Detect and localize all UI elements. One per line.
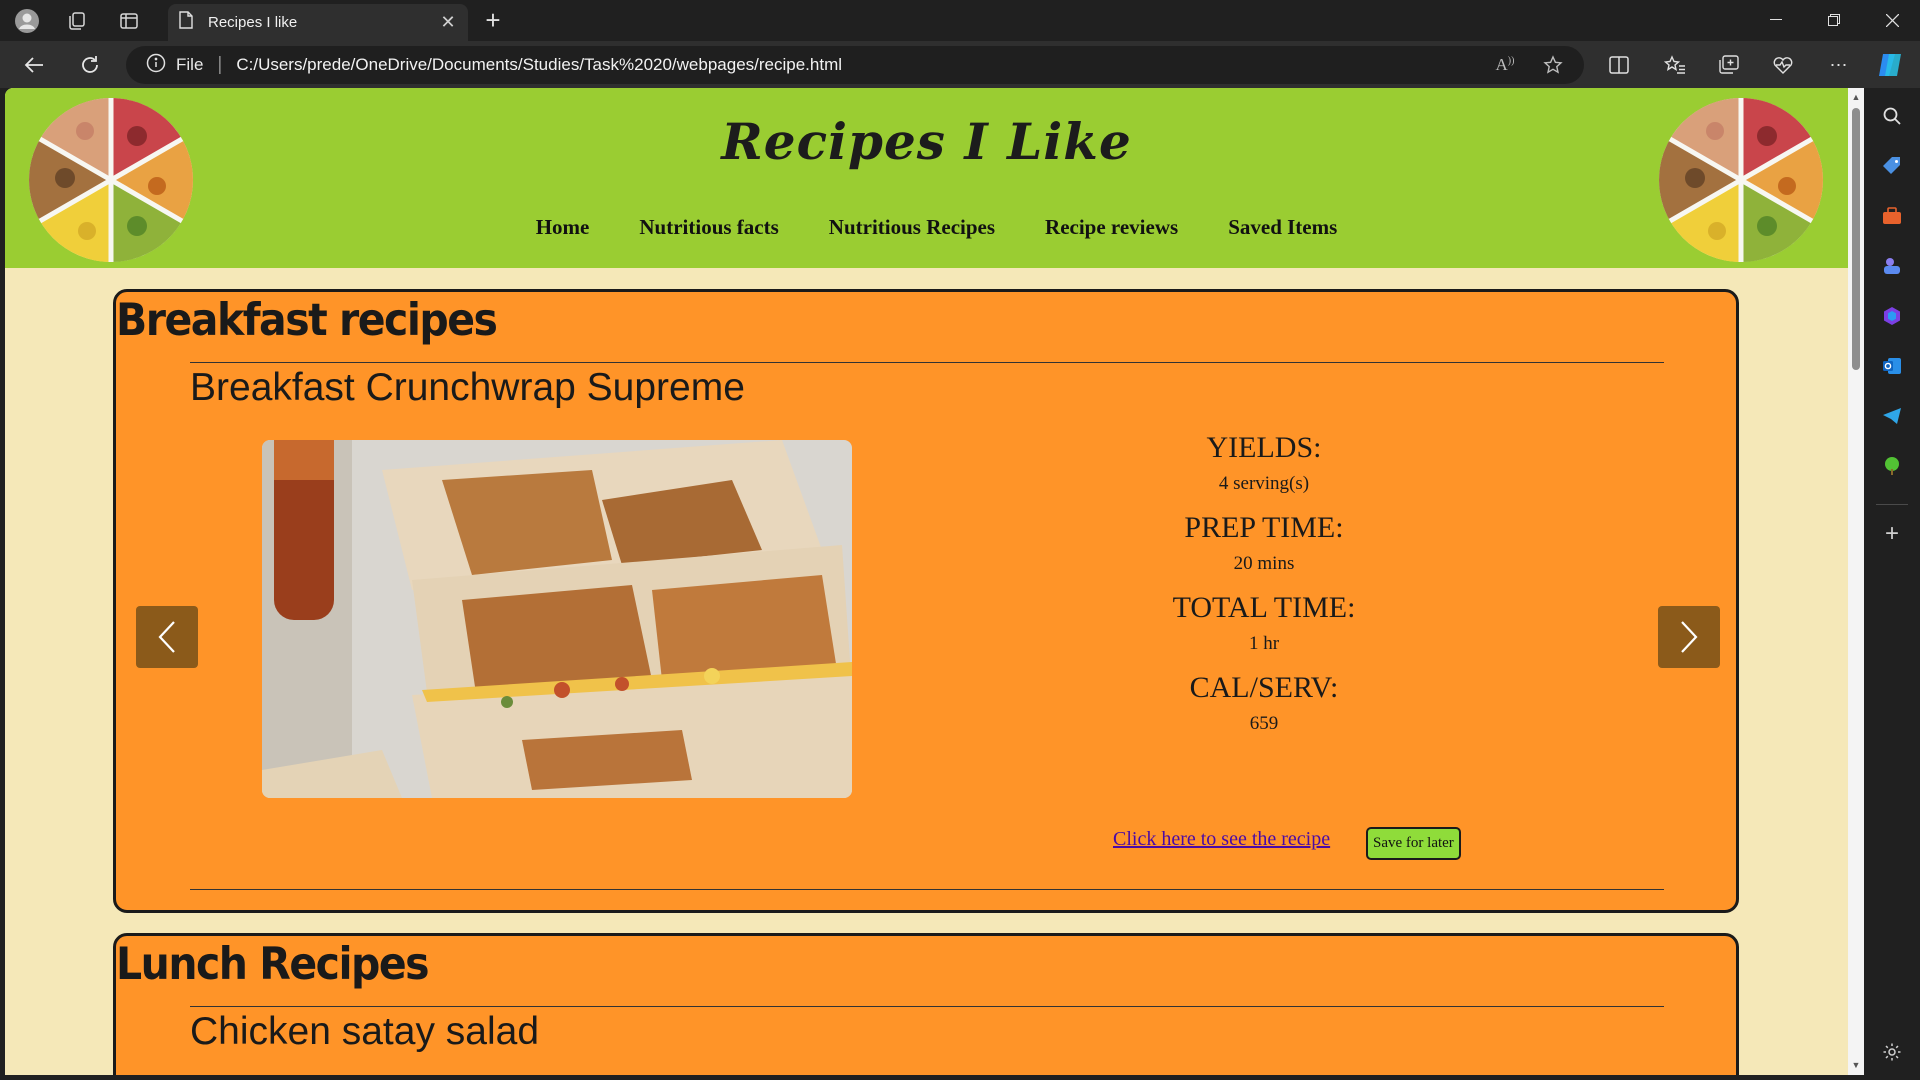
tree-icon[interactable]	[1878, 452, 1906, 480]
close-tab-icon[interactable]: ✕	[438, 12, 458, 33]
tab-actions-icon[interactable]	[114, 6, 144, 36]
site-title: Recipes I Like	[721, 112, 1132, 171]
address-url[interactable]: C:/Users/prede/OneDrive/Documents/Studie…	[236, 55, 842, 75]
recipe-photo	[262, 440, 852, 798]
save-for-later-button[interactable]: Save for later	[1366, 827, 1461, 860]
microsoft-365-icon[interactable]	[1878, 302, 1906, 330]
total-time-value: 1 hr	[1248, 633, 1280, 654]
section-heading: Lunch Recipes	[116, 938, 430, 990]
chevron-left-icon	[158, 621, 175, 653]
more-menu-icon[interactable]: ⋯	[1824, 50, 1854, 80]
see-recipe-link[interactable]: Click here to see the recipe	[1113, 828, 1330, 851]
info-icon[interactable]	[146, 53, 166, 78]
nav-nutritious-recipes[interactable]: Nutritious Recipes	[829, 215, 995, 240]
calories-value: 659	[1249, 713, 1279, 734]
games-icon[interactable]	[1878, 252, 1906, 280]
recipe-stats: YIELDS: 4 serving(s) PREP TIME: 20 mins …	[1116, 427, 1412, 747]
copilot-icon[interactable]	[1876, 50, 1906, 80]
favorite-star-icon[interactable]	[1538, 50, 1568, 80]
prep-time-label: PREP TIME:	[1184, 511, 1344, 544]
prep-time-value: 20 mins	[1233, 553, 1295, 574]
nav-nutritious-facts[interactable]: Nutritious facts	[639, 215, 778, 240]
calories-label: CAL/SERV:	[1189, 671, 1339, 704]
refresh-icon[interactable]	[74, 49, 106, 81]
scroll-down-arrow-icon[interactable]: ▼	[1850, 1060, 1862, 1070]
scroll-up-arrow-icon[interactable]: ▲	[1850, 92, 1862, 102]
nav-saved-items[interactable]: Saved Items	[1228, 215, 1337, 240]
site-nav: Home Nutritious facts Nutritious Recipes…	[5, 215, 1848, 240]
profile-avatar-icon[interactable]	[12, 6, 42, 36]
nav-home[interactable]: Home	[536, 215, 590, 240]
section-divider	[190, 1006, 1664, 1007]
minimize-button[interactable]	[1748, 0, 1804, 40]
yields-label: YIELDS:	[1206, 431, 1322, 464]
total-time-label: TOTAL TIME:	[1172, 591, 1356, 624]
page-scrollbar[interactable]: ▲ ▼	[1848, 88, 1864, 1075]
send-telegram-icon[interactable]	[1878, 402, 1906, 430]
collections-icon[interactable]	[1714, 50, 1744, 80]
close-window-button[interactable]	[1864, 0, 1920, 40]
nav-recipe-reviews[interactable]: Recipe reviews	[1045, 215, 1178, 240]
browser-essentials-icon[interactable]	[1768, 50, 1798, 80]
browser-sidebar: +	[1864, 88, 1920, 1080]
tab-title: Recipes I like	[208, 14, 298, 31]
breakfast-section: Breakfast recipes Breakfast Crunchwrap S…	[113, 289, 1739, 913]
lunch-section: Lunch Recipes Chicken satay salad	[113, 933, 1739, 1075]
read-aloud-icon[interactable]: A))	[1490, 50, 1520, 80]
page-document-icon	[178, 11, 194, 34]
favorites-icon[interactable]	[1660, 50, 1690, 80]
address-separator: |	[217, 54, 223, 75]
section-divider	[190, 362, 1664, 363]
browser-titlebar: Recipes I like ✕ +	[0, 0, 1920, 41]
scrollbar-thumb[interactable]	[1852, 108, 1860, 370]
site-header: Recipes I Like Home Nutritious facts Nut…	[5, 88, 1848, 268]
chevron-right-icon	[1681, 621, 1698, 653]
address-protocol: File	[176, 55, 204, 74]
restore-button[interactable]	[1806, 0, 1862, 40]
workspaces-icon[interactable]	[62, 6, 92, 36]
new-tab-button[interactable]: +	[478, 6, 508, 36]
address-bar[interactable]: File | C:/Users/prede/OneDrive/Documents…	[126, 46, 1584, 84]
recipe-name: Chicken satay salad	[190, 1010, 540, 1053]
shopping-tag-icon[interactable]	[1878, 152, 1906, 180]
search-icon[interactable]	[1878, 102, 1906, 130]
section-heading: Breakfast recipes	[116, 294, 498, 346]
outlook-icon[interactable]	[1878, 352, 1906, 380]
yields-value: 4 serving(s)	[1218, 473, 1310, 494]
settings-gear-icon[interactable]	[1878, 1038, 1906, 1066]
recipe-name: Breakfast Crunchwrap Supreme	[190, 366, 745, 409]
tools-briefcase-icon[interactable]	[1878, 202, 1906, 230]
browser-toolbar: File | C:/Users/prede/OneDrive/Documents…	[0, 41, 1920, 88]
browser-tab-active[interactable]: Recipes I like ✕	[168, 4, 468, 41]
sidebar-divider	[1876, 504, 1908, 505]
split-screen-icon[interactable]	[1604, 50, 1634, 80]
back-arrow-icon[interactable]	[18, 49, 50, 81]
carousel-prev-button[interactable]	[136, 606, 198, 668]
section-divider-bottom	[190, 889, 1664, 890]
carousel-next-button[interactable]	[1658, 606, 1720, 668]
add-sidebar-app-icon[interactable]: +	[1878, 520, 1906, 548]
page-viewport: Recipes I Like Home Nutritious facts Nut…	[5, 88, 1848, 1075]
